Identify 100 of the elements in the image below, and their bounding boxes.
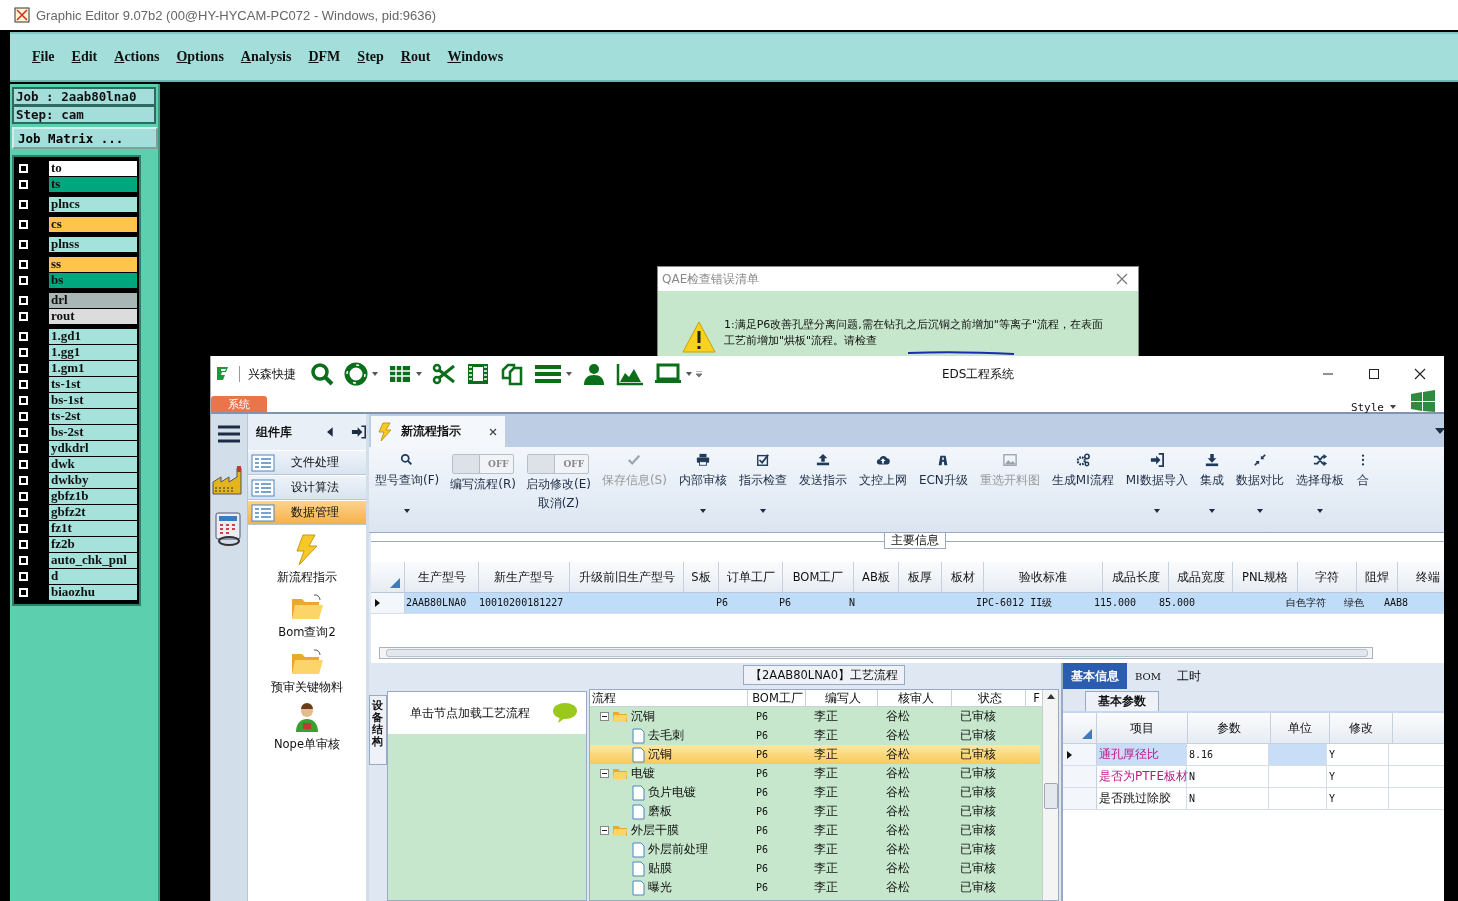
- layer-name[interactable]: 1.gm1: [49, 361, 137, 376]
- layer-name[interactable]: ts-1st: [49, 377, 137, 392]
- menu-item[interactable]: Windows: [447, 49, 504, 65]
- layer-name[interactable]: bs-2st: [49, 425, 137, 440]
- tool-label[interactable]: 预审关键物料: [271, 680, 343, 695]
- category-item[interactable]: 数据管理: [248, 501, 366, 525]
- tree-node[interactable]: 沉铜: [631, 708, 655, 725]
- tree-node[interactable]: 磨板: [648, 803, 672, 820]
- layer-name[interactable]: bs-1st: [49, 393, 137, 408]
- category-item[interactable]: 设计算法: [248, 476, 366, 500]
- column-header[interactable]: PNL规格: [1233, 562, 1298, 592]
- column-header[interactable]: 终端: [1398, 562, 1444, 592]
- ribbon-button[interactable]: ECN升级: [912, 447, 974, 532]
- layer-name[interactable]: fz2b: [49, 537, 137, 552]
- menu-item[interactable]: File: [32, 49, 55, 65]
- column-header[interactable]: 状态: [952, 690, 1026, 706]
- column-header[interactable]: 订单工厂: [719, 562, 783, 592]
- layer-name[interactable]: ydkdrl: [49, 441, 137, 456]
- ribbon-button[interactable]: 生成MI流程: [1045, 447, 1120, 532]
- layer-name[interactable]: 1.gg1: [49, 345, 137, 360]
- ribbon-button[interactable]: 数据对比: [1229, 447, 1290, 532]
- layer-name[interactable]: rout: [49, 309, 137, 324]
- layer-name[interactable]: ts-2st: [49, 409, 137, 424]
- panel-tab[interactable]: BOM: [1127, 663, 1169, 689]
- tree-node[interactable]: 去毛刺: [648, 727, 684, 744]
- table-row[interactable]: 2AAB80LNA0 10010200181227 P6 P6 N IPC-6012 II级 115.000 85.000 白色字符 绿色 AAB8: [371, 593, 1444, 614]
- column-header[interactable]: S板: [684, 562, 719, 592]
- tree-node[interactable]: 外层干膜: [631, 822, 679, 839]
- ribbon-button[interactable]: 指示检查: [732, 447, 793, 532]
- style-menu[interactable]: Style: [1350, 400, 1396, 414]
- ribbon-button[interactable]: 文控上网: [852, 447, 913, 532]
- column-header[interactable]: 成品宽度: [1169, 562, 1233, 592]
- tool-label[interactable]: Nope单审核: [274, 737, 340, 752]
- ribbon-button[interactable]: 集成: [1193, 447, 1230, 532]
- column-header[interactable]: 板厚: [899, 562, 942, 592]
- column-header[interactable]: 字符: [1298, 562, 1357, 592]
- layer-name[interactable]: 1.gd1: [49, 329, 137, 344]
- column-header[interactable]: 板材: [942, 562, 984, 592]
- panel-tab[interactable]: 工时: [1169, 663, 1209, 689]
- layer-name[interactable]: ts: [49, 177, 137, 192]
- column-header[interactable]: 项目: [1097, 713, 1188, 743]
- column-header[interactable]: 流程: [590, 690, 748, 706]
- column-header[interactable]: 编写人: [806, 690, 878, 706]
- column-header[interactable]: BOM工厂: [748, 690, 806, 706]
- menu-item[interactable]: Options: [176, 49, 224, 65]
- tree-node[interactable]: 曝光: [648, 879, 672, 896]
- menu-item[interactable]: DFM: [308, 49, 341, 65]
- column-header[interactable]: AB板: [854, 562, 899, 592]
- column-header[interactable]: 生产型号: [405, 562, 479, 592]
- column-header[interactable]: 单位: [1271, 713, 1330, 743]
- ribbon-button[interactable]: 合: [1349, 447, 1376, 532]
- panel-tab[interactable]: 基本信息: [1063, 663, 1127, 689]
- column-header[interactable]: BOM工厂: [783, 562, 854, 592]
- layer-name[interactable]: fz1t: [49, 521, 137, 536]
- sub-tab[interactable]: 基本参数: [1085, 691, 1159, 711]
- column-header[interactable]: 新生产型号: [479, 562, 570, 592]
- menu-item[interactable]: Analysis: [240, 49, 292, 65]
- layer-name[interactable]: plnss: [49, 237, 137, 252]
- tree-node[interactable]: 贴膜: [648, 860, 672, 877]
- ribbon-button[interactable]: 型号查询(F): [369, 447, 446, 532]
- layer-name[interactable]: to: [49, 161, 137, 176]
- layer-name[interactable]: gbfz1b: [49, 489, 137, 504]
- job-matrix-button[interactable]: Job Matrix ...: [12, 127, 158, 149]
- layer-name[interactable]: dwkby: [49, 473, 137, 488]
- layer-name[interactable]: drl: [49, 293, 137, 308]
- menu-item[interactable]: Rout: [400, 49, 431, 65]
- layer-name[interactable]: dwk: [49, 457, 137, 472]
- column-header[interactable]: 核审人: [878, 690, 952, 706]
- column-header[interactable]: 阻焊: [1357, 562, 1398, 592]
- layer-name[interactable]: d: [49, 569, 137, 584]
- tool-label[interactable]: Bom查询2: [278, 625, 336, 640]
- column-header[interactable]: 参数: [1188, 713, 1271, 743]
- layer-name[interactable]: gbfz2t: [49, 505, 137, 520]
- document-tab[interactable]: 新流程指示: [371, 416, 505, 447]
- menu-item[interactable]: Edit: [71, 49, 98, 65]
- toggle-label[interactable]: 编写流程(R): [450, 476, 516, 493]
- menu-item[interactable]: Actions: [114, 49, 160, 65]
- layer-name[interactable]: auto_chk_pnl: [49, 553, 137, 568]
- layer-name[interactable]: plncs: [49, 197, 137, 212]
- ribbon-button[interactable]: 发送指示: [792, 447, 853, 532]
- layer-name[interactable]: cs: [49, 217, 137, 232]
- ribbon-button[interactable]: MI数据导入: [1119, 447, 1194, 532]
- ribbon-button[interactable]: 选择母板: [1289, 447, 1350, 532]
- tree-node[interactable]: 电镀: [631, 765, 655, 782]
- category-item[interactable]: 文件处理: [248, 451, 366, 475]
- menu-item[interactable]: Step: [357, 49, 384, 65]
- cancel-button[interactable]: 取消(Z): [537, 495, 580, 512]
- column-header[interactable]: 验收标准: [984, 562, 1103, 592]
- layer-name[interactable]: bs: [49, 273, 137, 288]
- tree-node[interactable]: 外层前处理: [648, 841, 708, 858]
- layer-name[interactable]: ss: [49, 257, 137, 272]
- column-header[interactable]: 成品长度: [1103, 562, 1169, 592]
- column-header[interactable]: 升级前旧生产型号: [570, 562, 684, 592]
- layer-name[interactable]: biaozhu: [49, 585, 137, 600]
- tree-node[interactable]: 沉铜: [648, 746, 672, 763]
- column-header[interactable]: 修改: [1330, 713, 1393, 743]
- side-tab[interactable]: 设备结构: [369, 695, 387, 765]
- tree-node[interactable]: 负片电镀: [648, 784, 696, 801]
- ribbon-button[interactable]: 内部审核: [672, 447, 733, 532]
- tool-label[interactable]: 新流程指示: [277, 570, 337, 585]
